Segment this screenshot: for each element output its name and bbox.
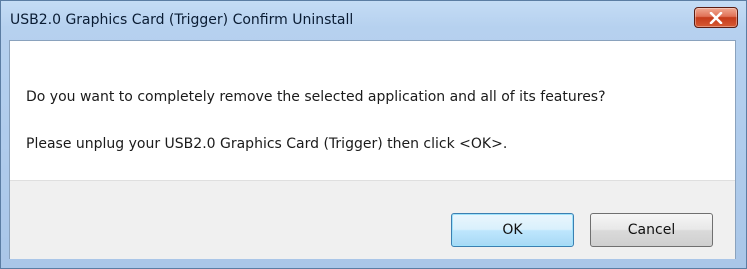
cancel-button[interactable]: Cancel xyxy=(590,213,713,247)
dialog-body: Do you want to completely remove the sel… xyxy=(9,40,736,259)
confirm-uninstall-dialog: USB2.0 Graphics Card (Trigger) Confirm U… xyxy=(0,0,747,269)
close-button[interactable] xyxy=(694,7,738,28)
button-bar: OK Cancel xyxy=(10,180,735,259)
confirm-message: Do you want to completely remove the sel… xyxy=(26,89,606,105)
ok-button[interactable]: OK xyxy=(451,213,574,247)
unplug-instruction: Please unplug your USB2.0 Graphics Card … xyxy=(26,136,508,152)
message-area: Do you want to completely remove the sel… xyxy=(10,41,735,180)
window-title: USB2.0 Graphics Card (Trigger) Confirm U… xyxy=(10,12,354,28)
title-bar[interactable]: USB2.0 Graphics Card (Trigger) Confirm U… xyxy=(1,1,746,43)
close-icon xyxy=(709,11,723,24)
